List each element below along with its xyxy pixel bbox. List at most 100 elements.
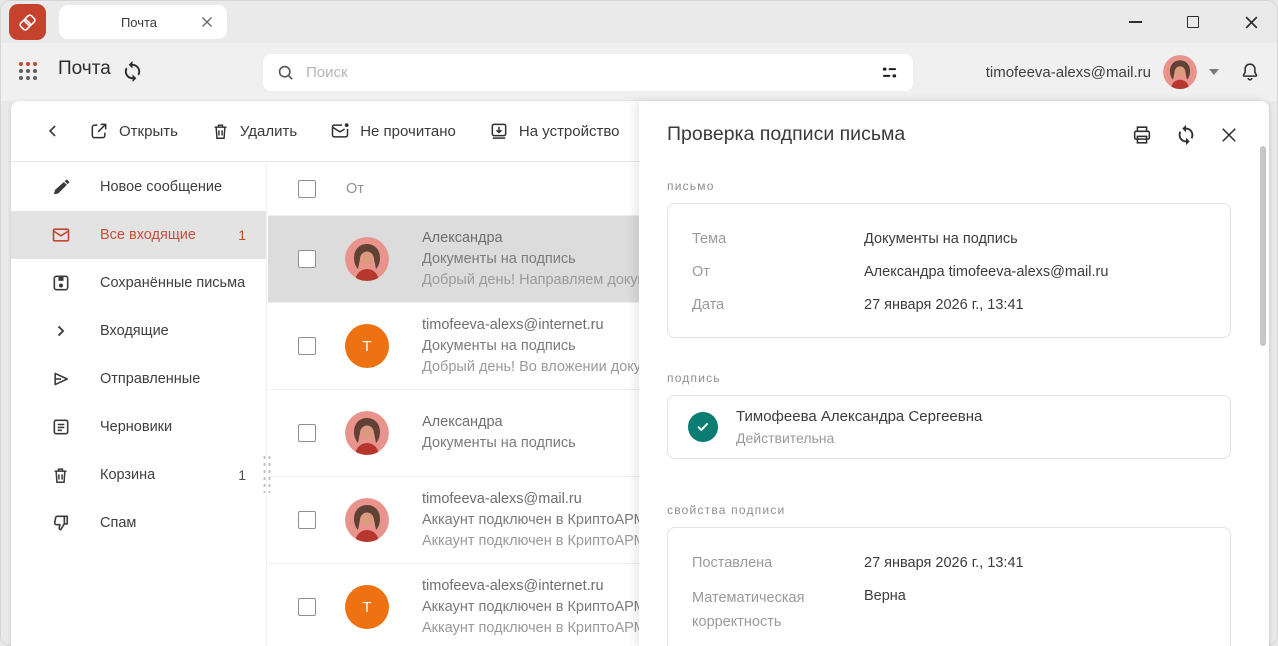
signer-name: Тимофеева Александра Сергеевна xyxy=(736,406,982,428)
account-chevron-down-icon[interactable] xyxy=(1209,69,1219,75)
sidebar-item-saved[interactable]: Сохранённые письма xyxy=(11,259,266,307)
valid-check-icon xyxy=(688,412,718,442)
info-row: Поставлена 27 января 2026 г., 13:41 xyxy=(692,547,1206,580)
main-content: Открыть Удалить Не прочитано На устройст… xyxy=(11,101,1269,646)
back-chevron-icon[interactable] xyxy=(43,121,63,141)
avatar xyxy=(345,411,389,455)
sidebar-item-new-message[interactable]: Новое сообщение xyxy=(11,163,266,211)
column-from-label: От xyxy=(346,181,364,197)
print-icon[interactable] xyxy=(1131,124,1153,146)
sidebar-item-spam[interactable]: Спам xyxy=(11,499,266,547)
mail-row[interactable]: Т timofeeva-alexs@internet.ru Аккаунт по… xyxy=(268,564,639,646)
sidebar-item-inbox[interactable]: Входящие xyxy=(11,307,266,355)
open-button-label: Открыть xyxy=(119,123,178,140)
select-all-checkbox[interactable] xyxy=(298,180,316,198)
info-value: Документы на подпись xyxy=(864,229,1018,249)
mail-row-text: Александра Документы на подпись xyxy=(422,412,639,454)
mail-row-text: timofeeva-alexs@mail.ru Аккаунт подключе… xyxy=(422,489,639,552)
search-bar xyxy=(263,54,913,91)
signature-check-panel: Проверка подписи письма письмо Тема Доку… xyxy=(639,101,1269,646)
sync-icon[interactable] xyxy=(121,60,144,83)
info-label: Дата xyxy=(692,295,864,315)
pencil-icon xyxy=(51,177,71,197)
row-checkbox[interactable] xyxy=(298,598,316,616)
minimize-button[interactable] xyxy=(1125,12,1145,32)
mail-row[interactable]: timofeeva-alexs@mail.ru Аккаунт подключе… xyxy=(268,477,639,564)
info-label: Тема xyxy=(692,229,864,249)
mail-sender: Александра xyxy=(422,228,639,249)
app-header: Почта timofeeva-alexs@mail.ru xyxy=(1,43,1277,101)
sidebar-item-sent[interactable]: Отправленные xyxy=(11,355,266,403)
delete-button[interactable]: Удалить xyxy=(211,122,297,141)
info-label: От xyxy=(692,262,864,282)
row-checkbox[interactable] xyxy=(298,424,316,442)
info-value: Александра timofeeva-alexs@mail.ru xyxy=(864,262,1108,282)
section-label-properties: свойства подписи xyxy=(667,503,1231,517)
avatar xyxy=(345,237,389,281)
mark-unread-button[interactable]: Не прочитано xyxy=(330,121,456,141)
account-avatar[interactable] xyxy=(1163,55,1197,89)
window-controls xyxy=(1125,1,1261,43)
maximize-button[interactable] xyxy=(1183,12,1203,32)
row-checkbox[interactable] xyxy=(298,250,316,268)
mail-subject: Документы на подпись xyxy=(422,336,639,357)
mail-unread-icon xyxy=(330,121,350,141)
open-button[interactable]: Открыть xyxy=(89,121,178,141)
trash-icon xyxy=(211,122,230,141)
mail-subject: Документы на подпись xyxy=(422,249,639,270)
search-input[interactable] xyxy=(306,64,871,81)
titlebar: Почта xyxy=(1,1,1277,43)
tab-title: Почта xyxy=(83,15,195,30)
info-value: Верна xyxy=(864,586,906,634)
mark-unread-button-label: Не прочитано xyxy=(360,123,456,140)
mail-sender: timofeeva-alexs@internet.ru xyxy=(422,576,639,597)
sidebar-item-label: Сохранённые письма xyxy=(100,275,246,291)
mail-row-text: timofeeva-alexs@internet.ru Документы на… xyxy=(422,315,639,378)
filter-icon[interactable] xyxy=(871,62,900,83)
signature-card[interactable]: Тимофеева Александра Сергеевна Действите… xyxy=(667,395,1231,459)
signature-properties-card: Поставлена 27 января 2026 г., 13:41 Мате… xyxy=(667,527,1231,646)
mail-preview: Добрый день! Направляем документы xyxy=(422,270,639,291)
sidebar-item-label: Новое сообщение xyxy=(100,179,246,195)
mail-row[interactable]: Александра Документы на подпись Добрый д… xyxy=(268,216,639,303)
panel-header: Проверка подписи письма xyxy=(639,101,1269,146)
mail-row[interactable]: Александра Документы на подпись xyxy=(268,390,639,477)
row-checkbox[interactable] xyxy=(298,511,316,529)
sidebar-item-drafts[interactable]: Черновики xyxy=(11,403,266,451)
sidebar-item-label: Спам xyxy=(100,515,246,531)
sidebar-item-label: Отправленные xyxy=(100,371,246,387)
apps-grid-icon[interactable] xyxy=(19,62,37,80)
open-in-new-icon xyxy=(89,121,109,141)
mail-subject: Аккаунт подключен в КриптоАРМ xyxy=(422,597,639,618)
tab-mail[interactable]: Почта xyxy=(59,5,227,39)
panel-scrollbar[interactable] xyxy=(1260,146,1266,346)
sidebar-item-trash[interactable]: Корзина 1 xyxy=(11,451,266,499)
row-checkbox[interactable] xyxy=(298,337,316,355)
save-to-device-button[interactable]: На устройство xyxy=(489,121,620,141)
notifications-bell-icon[interactable] xyxy=(1239,61,1261,83)
mail-row[interactable]: Т timofeeva-alexs@internet.ru Документы … xyxy=(268,303,639,390)
signature-info: Тимофеева Александра Сергеевна Действите… xyxy=(736,406,982,448)
mail-subject: Аккаунт подключен в КриптоАРМ xyxy=(422,510,639,531)
info-row: От Александра timofeeva-alexs@mail.ru xyxy=(692,256,1206,289)
letter-info-card: Тема Документы на подпись От Александра … xyxy=(667,203,1231,338)
delete-button-label: Удалить xyxy=(240,123,297,140)
mail-area: Открыть Удалить Не прочитано На устройст… xyxy=(11,101,639,646)
page-title: Почта xyxy=(58,58,111,80)
drafts-icon xyxy=(51,417,71,437)
mail-toolbar: Открыть Удалить Не прочитано На устройст… xyxy=(11,101,639,162)
window-close-button[interactable] xyxy=(1241,12,1261,32)
mail-sender: timofeeva-alexs@mail.ru xyxy=(422,489,639,510)
mail-subject: Документы на подпись xyxy=(422,433,639,454)
info-value: 27 января 2026 г., 13:41 xyxy=(864,553,1024,573)
avatar-letter: Т xyxy=(362,599,371,616)
avatar-letter: Т xyxy=(362,338,371,355)
tab-close-icon[interactable] xyxy=(195,10,219,34)
sidebar-item-all-inbox[interactable]: Все входящие 1 xyxy=(11,211,266,259)
info-row: Дата 27 января 2026 г., 13:41 xyxy=(692,289,1206,322)
unread-count-badge: 1 xyxy=(238,227,246,243)
envelope-icon xyxy=(51,225,71,245)
refresh-icon[interactable] xyxy=(1175,124,1197,146)
panel-close-icon[interactable] xyxy=(1219,125,1239,145)
mail-list: От Александра Документы на подпись Добры… xyxy=(268,163,639,646)
